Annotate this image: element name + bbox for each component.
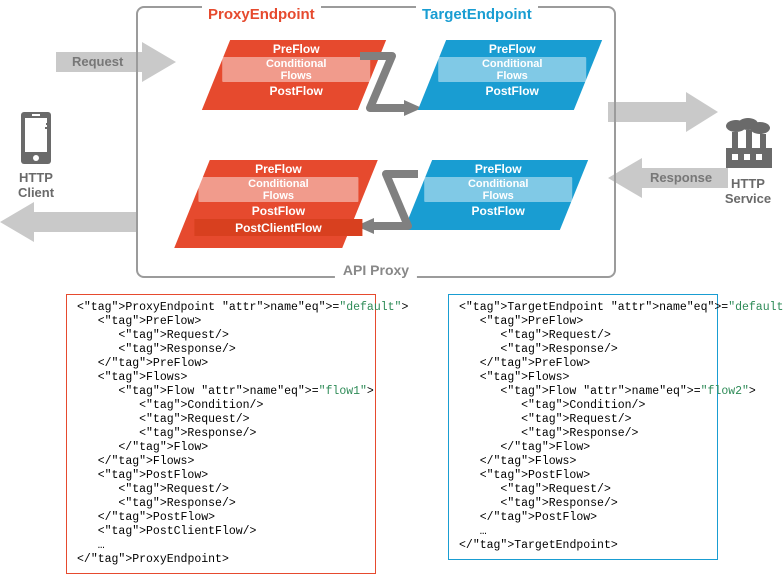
api-proxy-label: API Proxy xyxy=(335,262,417,278)
proxy-endpoint-title: ProxyEndpoint xyxy=(202,6,321,23)
request-arrow-out-icon xyxy=(608,92,718,132)
stage-postflow: PostFlow xyxy=(194,202,362,219)
request-label: Request xyxy=(72,54,123,69)
target-endpoint-xml: <"tag">TargetEndpoint "attr">name"eq">="… xyxy=(448,294,718,560)
stage-preflow: PreFlow xyxy=(434,40,590,57)
stage-conditional: Conditional Flows xyxy=(438,57,586,82)
service-label: HTTP Service xyxy=(717,176,779,206)
stage-preflow: PreFlow xyxy=(194,160,362,177)
target-request-pipeline: PreFlow Conditional Flows PostFlow xyxy=(418,40,602,110)
proxy-response-pipeline: PreFlow Conditional Flows PostFlow PostC… xyxy=(174,160,378,248)
stage-postflow: PostFlow xyxy=(420,202,576,219)
response-arrow-out-icon xyxy=(0,202,136,242)
stage-postflow: PostFlow xyxy=(218,82,374,99)
stage-preflow: PreFlow xyxy=(420,160,576,177)
client-label: HTTP Client xyxy=(10,170,62,200)
response-label: Response xyxy=(650,170,712,185)
http-client: HTTP Client xyxy=(10,110,62,200)
proxy-endpoint-xml: <"tag">ProxyEndpoint "attr">name"eq">="d… xyxy=(66,294,376,574)
target-response-pipeline: PreFlow Conditional Flows PostFlow xyxy=(404,160,588,230)
stage-postclientflow: PostClientFlow xyxy=(194,219,362,236)
connector-right-icon xyxy=(356,50,426,118)
target-endpoint-title: TargetEndpoint xyxy=(416,6,538,23)
stage-postflow: PostFlow xyxy=(434,82,590,99)
stage-conditional: Conditional Flows xyxy=(198,177,358,202)
stage-conditional: Conditional Flows xyxy=(424,177,572,202)
http-service: HTTP Service xyxy=(717,116,779,206)
factory-icon xyxy=(720,116,776,172)
phone-icon xyxy=(18,110,54,166)
stage-preflow: PreFlow xyxy=(218,40,374,57)
stage-conditional: Conditional Flows xyxy=(222,57,370,82)
